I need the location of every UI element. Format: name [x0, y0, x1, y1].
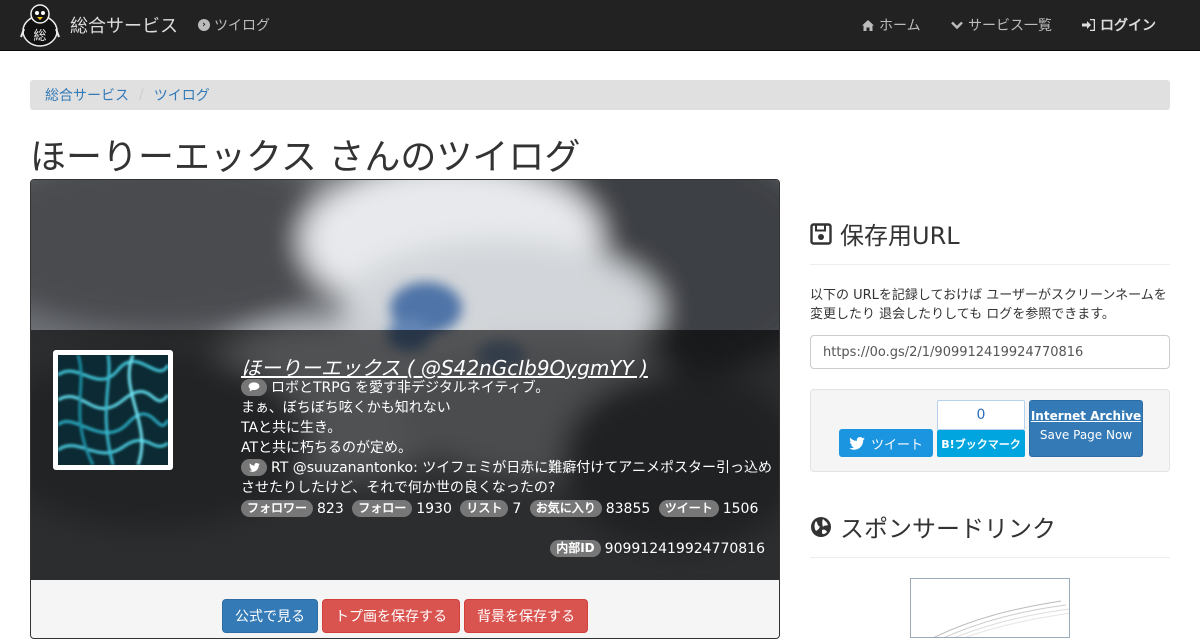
sponsor-ad[interactable]: [910, 578, 1070, 638]
home-icon: [862, 19, 874, 31]
nav-home-label: ホーム: [879, 18, 921, 34]
view-official-button[interactable]: 公式で見る: [222, 599, 318, 633]
share-panel: ツイート 0 B!ブックマーク Internet Archive Save Pa…: [810, 389, 1170, 472]
latest-tweet-line-1: RT @suuzanantonko: ツイフェミが日赤に難癖付けてアニメポスター…: [271, 460, 772, 476]
breadcrumb-current-link[interactable]: ツイログ: [154, 85, 210, 105]
ad-image: [934, 600, 1069, 637]
divider: [810, 264, 1170, 265]
internal-id-badge: 内部ID: [550, 540, 601, 557]
divider: [810, 557, 1170, 558]
internal-id-value: 909912419924770816: [604, 541, 765, 557]
followers-badge: フォロワー: [241, 500, 314, 517]
internet-archive-title: Internet Archive: [1030, 409, 1142, 423]
logo-char: 総: [33, 29, 46, 44]
save-url-heading: 保存用URL: [810, 216, 960, 251]
favorites-count: 83855: [605, 501, 651, 517]
profile-bio: ロボとTRPG を愛す非デジタルネイティブ。 まぁ、ぼちぼち呟くかも知れない T…: [241, 378, 772, 498]
following-count: 1930: [416, 501, 452, 517]
nav-twilog-link[interactable]: › ツイログ: [198, 15, 270, 35]
sponsor-heading-text: スポンサードリンク: [840, 515, 1056, 543]
internet-archive-subtitle: Save Page Now: [1039, 428, 1133, 442]
profile-name-link[interactable]: ほーりーエックス ( @S42nGcIb9OygmYY ): [241, 352, 648, 381]
latest-tweet-line-2: させたりしたけど、それで何か世の良くなったの?: [241, 480, 556, 496]
tweet-button-label: ツイート: [870, 437, 923, 453]
hatena-bookmark-count[interactable]: 0: [937, 400, 1025, 430]
following-badge: フォロー: [352, 500, 413, 517]
speech-bubble-icon: [241, 379, 267, 396]
followers-count: 823: [317, 501, 344, 517]
tweets-badge: ツイート: [658, 500, 719, 517]
nav-login-label: ログイン: [1100, 18, 1156, 34]
favorites-badge: お気に入り: [529, 500, 602, 517]
brand-text: 総合サービス: [70, 16, 178, 37]
penguin-logo-icon: 総: [20, 4, 60, 47]
avatar[interactable]: [53, 350, 173, 470]
brand-link[interactable]: 総 総合サービス: [20, 2, 178, 48]
avatar-image: [58, 355, 168, 465]
breadcrumb-root-link[interactable]: 総合サービス: [45, 85, 129, 105]
nav-login-link[interactable]: ログイン: [1082, 15, 1156, 35]
save-banner-button[interactable]: 背景を保存する: [464, 599, 588, 633]
twitter-bird-icon: [849, 436, 865, 450]
login-icon: [1082, 19, 1095, 31]
hatena-bookmark-button[interactable]: B!ブックマーク: [937, 430, 1025, 457]
globe-icon: [811, 516, 831, 537]
lists-count: 7: [512, 501, 522, 517]
internal-id: 内部ID 909912419924770816: [550, 540, 765, 557]
navbar: 総 総合サービス › ツイログ ホーム サービス一覧 ログイン: [0, 0, 1200, 51]
sponsor-heading: スポンサードリンク: [810, 509, 1056, 544]
bio-line-3: TAと共に生き。: [241, 420, 342, 436]
breadcrumb-separator: /: [139, 87, 144, 103]
page-title: ほーりーエックス さんのツイログ: [30, 137, 581, 178]
chevron-circle-right-icon: ›: [198, 19, 210, 31]
nav-services-link[interactable]: サービス一覧: [951, 15, 1052, 35]
twitter-bird-icon: [241, 459, 267, 476]
bio-line-1: ロボとTRPG を愛す非デジタルネイティブ。: [271, 380, 550, 396]
save-avatar-button[interactable]: トプ画を保存する: [322, 599, 460, 633]
breadcrumb: 総合サービス / ツイログ: [30, 80, 1170, 110]
nav-twilog-label: ツイログ: [214, 18, 270, 34]
bio-line-4: ATと共に朽ちるのが定め。: [241, 440, 413, 456]
nav-services-label: サービス一覧: [968, 18, 1052, 34]
floppy-disk-icon: [810, 222, 832, 245]
lists-badge: リスト: [460, 500, 509, 517]
profile-actions: 公式で見る トプ画を保存する 背景を保存する: [31, 599, 779, 633]
tweet-button[interactable]: ツイート: [839, 429, 933, 457]
profile-stats: フォロワー 823 フォロー 1930 リスト 7 お気に入り 83855 ツイート 15…: [241, 500, 762, 517]
save-url-heading-text: 保存用URL: [840, 222, 960, 250]
bio-line-2: まぁ、ぼちぼち呟くかも知れない: [241, 400, 451, 416]
internet-archive-button[interactable]: Internet Archive Save Page Now: [1029, 400, 1143, 457]
tweets-count: 1506: [722, 501, 759, 517]
profile-card: ほーりーエックス ( @S42nGcIb9OygmYY ) ロボとTRPG を愛…: [30, 179, 780, 639]
save-url-input[interactable]: [810, 335, 1170, 369]
nav-home-link[interactable]: ホーム: [862, 15, 921, 35]
chevron-down-icon: [951, 21, 963, 29]
save-url-description: 以下の URLを記録しておけば ユーザーがスクリーンネームを変更したり 退会した…: [810, 288, 1167, 322]
